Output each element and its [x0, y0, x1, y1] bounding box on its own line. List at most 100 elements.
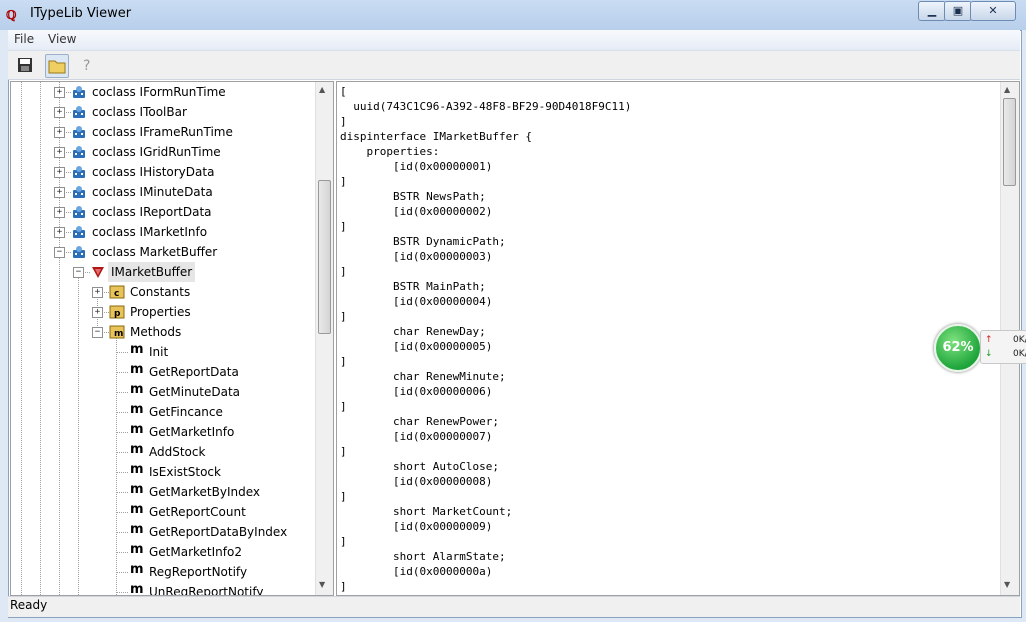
code-line: ]	[340, 115, 347, 128]
tree-vertical-scrollbar[interactable]: ▲ ▼	[315, 82, 333, 595]
tree-item-label: GetMarketByIndex	[149, 485, 261, 499]
method-icon: m	[130, 442, 144, 457]
coclass-icon	[73, 166, 85, 178]
window-title: ITypeLib Viewer	[30, 6, 132, 21]
interface-icon	[92, 267, 104, 278]
tree-item-label: coclass IMinuteData	[92, 185, 213, 199]
menu-file[interactable]: File	[14, 32, 34, 46]
code-scroll-thumb[interactable]	[1003, 98, 1016, 186]
tree-item[interactable]: + c Constants	[11, 282, 315, 302]
tree-item[interactable]: + coclass IHistoryData	[11, 162, 315, 182]
scroll-down-arrow-icon[interactable]: ▼	[1004, 580, 1010, 589]
code-line: char RenewMinute;	[340, 370, 506, 383]
tree-method-item[interactable]: m IsExistStock	[11, 462, 315, 482]
tree-item[interactable]: + coclass IMinuteData	[11, 182, 315, 202]
maximize-button[interactable]: ▣	[944, 1, 972, 21]
save-button[interactable]	[14, 54, 36, 76]
tree-item-label: coclass IHistoryData	[92, 165, 215, 179]
expand-icon[interactable]: +	[54, 227, 65, 238]
tree-item[interactable]: + p Properties	[11, 302, 315, 322]
tree-connector	[116, 412, 128, 413]
expand-icon[interactable]: +	[54, 167, 65, 178]
menu-view[interactable]: View	[48, 32, 76, 46]
code-line: uuid(743C1C96-A392-48F8-BF29-90D4018F9C1…	[340, 100, 632, 113]
tree-connector	[116, 392, 128, 393]
open-folder-button[interactable]	[45, 54, 69, 78]
expand-icon[interactable]: +	[54, 207, 65, 218]
tree-item[interactable]: + coclass IReportData	[11, 202, 315, 222]
tree-item-label: coclass MarketBuffer	[92, 245, 218, 259]
scroll-up-arrow-icon[interactable]: ▲	[319, 85, 325, 94]
expand-icon[interactable]: +	[92, 287, 103, 298]
tree-connector	[116, 432, 128, 433]
tree-connector	[116, 512, 128, 513]
expand-icon[interactable]: +	[54, 127, 65, 138]
tree-item-label: Methods	[130, 325, 182, 339]
tree-connector	[116, 532, 128, 533]
help-button[interactable]: ?	[76, 54, 98, 76]
code-line: char RenewDay;	[340, 325, 486, 338]
code-line: [id(0x00000006)	[340, 385, 493, 398]
tree-connector	[116, 372, 128, 373]
code-line: ]	[340, 265, 347, 278]
tree-method-item[interactable]: m GetReportDataByIndex	[11, 522, 315, 542]
tree-item[interactable]: + coclass IFormRunTime	[11, 82, 315, 102]
tree-item[interactable]: − m Methods	[11, 322, 315, 342]
expand-icon[interactable]: +	[92, 307, 103, 318]
code-line: ]	[340, 175, 347, 188]
tree-method-item[interactable]: m GetMinuteData	[11, 382, 315, 402]
tree-item-label: RegReportNotify	[149, 565, 248, 579]
collapse-icon[interactable]: −	[73, 267, 84, 278]
code-line: [id(0x00000002)	[340, 205, 493, 218]
tree-item[interactable]: + coclass IToolBar	[11, 102, 315, 122]
tree-method-item[interactable]: m GetReportCount	[11, 502, 315, 522]
method-icon: m	[130, 562, 144, 577]
tree-item[interactable]: − coclass MarketBuffer	[11, 242, 315, 262]
idl-source-view[interactable]: [ uuid(743C1C96-A392-48F8-BF29-90D4018F9…	[336, 81, 1020, 596]
code-line: ]	[340, 580, 347, 593]
maximize-icon: ▣	[952, 4, 964, 17]
coclass-icon	[73, 86, 85, 98]
minimize-button[interactable]: ▁	[918, 1, 946, 21]
tree-method-item[interactable]: m RegReportNotify	[11, 562, 315, 582]
expand-icon[interactable]: +	[54, 187, 65, 198]
network-speed-panel: ↑ 0K/ ↓ 0K/	[980, 330, 1026, 364]
tree-method-item[interactable]: m GetMarketInfo	[11, 422, 315, 442]
network-speed-widget[interactable]: 62% ↑ 0K/ ↓ 0K/	[930, 322, 1026, 372]
tree-method-item[interactable]: m GetMarketByIndex	[11, 482, 315, 502]
title-bar[interactable]	[0, 0, 1026, 30]
method-icon: m	[130, 402, 144, 417]
tree-item[interactable]: + coclass IMarketInfo	[11, 222, 315, 242]
type-tree[interactable]: + coclass IFormRunTime + coclass IToolBar + c…	[10, 81, 334, 596]
tree-item-label: coclass IMarketInfo	[92, 225, 208, 239]
network-usage-badge[interactable]: 62%	[934, 324, 982, 372]
collapse-icon[interactable]: −	[92, 327, 103, 338]
tree-method-item[interactable]: m AddStock	[11, 442, 315, 462]
tree-scroll-thumb[interactable]	[318, 180, 331, 335]
code-line: properties:	[340, 145, 440, 158]
scroll-up-arrow-icon[interactable]: ▲	[1004, 85, 1010, 94]
expand-icon[interactable]: +	[54, 87, 65, 98]
tree-connector	[116, 472, 128, 473]
collapse-icon[interactable]: −	[54, 247, 65, 258]
tree-item-label: coclass IGridRunTime	[92, 145, 221, 159]
close-button[interactable]: ✕	[970, 1, 1016, 21]
expand-icon[interactable]: +	[54, 107, 65, 118]
expand-icon[interactable]: +	[54, 147, 65, 158]
tree-method-item[interactable]: m Init	[11, 342, 315, 362]
tree-method-item[interactable]: m GetFincance	[11, 402, 315, 422]
coclass-icon	[73, 226, 85, 238]
method-icon: m	[130, 502, 144, 517]
code-line: dispinterface IMarketBuffer {	[340, 130, 533, 143]
tree-item[interactable]: + coclass IGridRunTime	[11, 142, 315, 162]
tree-method-item[interactable]: m GetReportData	[11, 362, 315, 382]
tree-method-item[interactable]: m UnRegReportNotify	[11, 582, 315, 595]
code-line: ]	[340, 445, 347, 458]
tree-method-item[interactable]: m GetMarketInfo2	[11, 542, 315, 562]
svg-text:p: p	[114, 309, 121, 319]
tree-item[interactable]: + coclass IFrameRunTime	[11, 122, 315, 142]
method-icon: m	[130, 422, 144, 437]
folder-c-icon: c	[109, 285, 125, 299]
scroll-down-arrow-icon[interactable]: ▼	[319, 580, 325, 589]
tree-item[interactable]: − IMarketBuffer	[11, 262, 315, 282]
